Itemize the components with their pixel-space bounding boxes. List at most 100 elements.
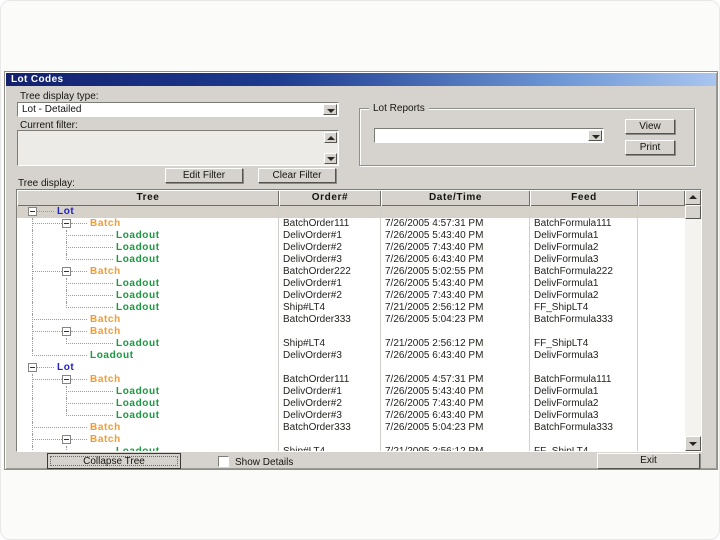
edit-filter-button[interactable]: Edit Filter bbox=[165, 168, 243, 183]
tree-node-label: LoadoutLT2 bbox=[116, 290, 160, 302]
print-button[interactable]: Print bbox=[625, 140, 675, 155]
view-button[interactable]: View bbox=[625, 119, 675, 134]
tree-row[interactable]: LoadoutLT3 DelivOrder#37/26/2005 6:43:40 … bbox=[17, 410, 685, 422]
collapse-node-icon[interactable] bbox=[28, 363, 37, 372]
datetime-cell: 7/26/2005 5:04:23 PM bbox=[381, 422, 530, 434]
tree-row[interactable]: LoadoutLT1 DelivOrder#17/26/2005 5:43:40 … bbox=[17, 230, 685, 242]
tree-table: TreeOrder#Date/TimeFeed LotCC1Batch111Ba… bbox=[16, 189, 702, 452]
order-cell: DelivOrder#3 bbox=[279, 410, 381, 422]
column-header-order[interactable]: Order# bbox=[279, 190, 381, 206]
tree-row[interactable]: LoadoutLT3DelivOrder#37/26/2005 6:43:40 … bbox=[17, 254, 685, 266]
show-details-label: Show Details bbox=[235, 457, 293, 468]
column-header-datetime[interactable]: Date/Time bbox=[381, 190, 530, 206]
tree-row[interactable]: Batch111BatchOrder1117/26/2005 4:57:31 P… bbox=[17, 218, 685, 230]
tree-row[interactable]: LoadoutLT1DelivOrder#17/26/2005 5:43:40 … bbox=[17, 386, 685, 398]
collapse-node-icon[interactable] bbox=[62, 267, 71, 276]
tree-row[interactable]: LotCC2 bbox=[17, 362, 685, 374]
tree-node-label: LoadoutLT1 bbox=[116, 230, 160, 242]
order-cell bbox=[279, 434, 381, 446]
chevron-down-icon[interactable] bbox=[323, 104, 337, 115]
tree-row[interactable]: LoadoutLT1DelivOrder#17/26/2005 5:43:40 … bbox=[17, 278, 685, 290]
datetime-cell bbox=[381, 434, 530, 446]
clear-filter-button[interactable]: Clear Filter bbox=[258, 168, 336, 183]
feed-cell: DelivFormula2 bbox=[530, 398, 638, 410]
scroll-up-icon[interactable] bbox=[685, 190, 701, 205]
order-cell: Ship#LT4 bbox=[279, 338, 381, 350]
collapse-tree-button[interactable]: Collapse Tree bbox=[47, 453, 181, 469]
tree-row[interactable]: LoadoutLT2DelivOrder#27/26/2005 7:43:40 … bbox=[17, 242, 685, 254]
tree-row[interactable]: Batch222BatchOrder2227/26/2005 5:02:55 P… bbox=[17, 266, 685, 278]
order-cell: DelivOrder#3 bbox=[279, 254, 381, 266]
feed-cell: DelivFormula2 bbox=[530, 290, 638, 302]
filler-cell bbox=[638, 410, 685, 422]
order-cell: BatchOrder222 bbox=[279, 266, 381, 278]
datetime-cell: 7/21/2005 2:56:12 PM bbox=[381, 446, 530, 451]
tree-row[interactable]: LoadoutLT4Ship#LT47/21/2005 2:56:12 PMFF… bbox=[17, 302, 685, 314]
feed-cell: DelivFormula3 bbox=[530, 254, 638, 266]
feed-cell bbox=[530, 434, 638, 446]
datetime-cell: 7/26/2005 6:43:40 PM bbox=[381, 410, 530, 422]
chevron-down-icon[interactable] bbox=[588, 130, 602, 141]
window-titlebar[interactable]: Lot Codes bbox=[6, 73, 716, 86]
collapse-node-icon[interactable] bbox=[62, 219, 71, 228]
order-cell: DelivOrder#1 bbox=[279, 230, 381, 242]
tree-row[interactable]: LoadoutLT2DelivOrder#27/26/2005 7:43:40 … bbox=[17, 398, 685, 410]
datetime-cell bbox=[381, 326, 530, 338]
scroll-down-icon[interactable] bbox=[324, 153, 337, 164]
tree-row[interactable]: LoadoutLT4Ship#LT47/21/2005 2:56:12 PMFF… bbox=[17, 446, 685, 451]
lot-reports-select[interactable] bbox=[374, 128, 604, 143]
datetime-cell: 7/26/2005 5:43:40 PM bbox=[381, 230, 530, 242]
tree-row[interactable]: LoadoutLT2DelivOrder#27/26/2005 7:43:40 … bbox=[17, 290, 685, 302]
tree-row[interactable]: Batch333BatchOrder3337/26/2005 5:04:23 P… bbox=[17, 422, 685, 434]
tree-node-label: LoadoutLT4 bbox=[116, 446, 160, 451]
filler-cell bbox=[638, 278, 685, 290]
order-cell bbox=[279, 206, 381, 218]
tree-row[interactable]: Batch444 bbox=[17, 434, 685, 446]
feed-cell: FF_ShipLT4 bbox=[530, 302, 638, 314]
tree-row[interactable]: Batch333BatchOrder3337/26/2005 5:04:23 P… bbox=[17, 314, 685, 326]
datetime-cell: 7/26/2005 5:04:23 PM bbox=[381, 314, 530, 326]
collapse-node-icon[interactable] bbox=[62, 435, 71, 444]
scroll-down-icon[interactable] bbox=[685, 436, 701, 451]
filler-cell bbox=[638, 326, 685, 338]
tree-display-type-select[interactable]: Lot - Detailed bbox=[17, 102, 339, 117]
scrollbar-thumb[interactable] bbox=[685, 205, 701, 219]
tree-node-label: LotCC1 bbox=[57, 206, 85, 218]
datetime-cell bbox=[381, 206, 530, 218]
tree-node-label: Batch222 bbox=[90, 266, 121, 278]
collapse-node-icon[interactable] bbox=[62, 327, 71, 336]
filler-cell bbox=[638, 422, 685, 434]
column-header-feed[interactable]: Feed bbox=[530, 190, 638, 206]
tree-node-label: LoadoutLT3 bbox=[116, 254, 160, 266]
column-header-tree[interactable]: Tree bbox=[17, 190, 279, 206]
show-details-checkbox[interactable] bbox=[218, 456, 229, 467]
filler-cell bbox=[638, 218, 685, 230]
tree-table-scrollbar[interactable] bbox=[685, 190, 701, 451]
datetime-cell: 7/26/2005 5:43:40 PM bbox=[381, 386, 530, 398]
tree-row[interactable]: Batch444 bbox=[17, 326, 685, 338]
tree-node-cell: Batch111 bbox=[17, 218, 279, 230]
tree-table-body: LotCC1Batch111BatchOrder1117/26/2005 4:5… bbox=[17, 206, 685, 451]
tree-node-label: LotCC2 bbox=[57, 362, 85, 374]
exit-button[interactable]: Exit bbox=[597, 453, 700, 469]
screenshot-background: Lot Codes Tree display type: Lot - Detai… bbox=[0, 0, 720, 540]
filler-cell bbox=[638, 434, 685, 446]
tree-row[interactable]: LoadoutLT4Ship#LT47/21/2005 2:56:12 PMFF… bbox=[17, 338, 685, 350]
tree-row[interactable]: Batch111BatchOrder1117/26/2005 4:57:31 P… bbox=[17, 374, 685, 386]
tree-row[interactable]: LotCC1 bbox=[17, 206, 685, 218]
scroll-up-icon[interactable] bbox=[324, 132, 337, 143]
datetime-cell: 7/26/2005 5:43:40 PM bbox=[381, 278, 530, 290]
order-cell: DelivOrder#2 bbox=[279, 290, 381, 302]
collapse-node-icon[interactable] bbox=[62, 375, 71, 384]
tree-node-cell: Batch444 bbox=[17, 434, 279, 446]
current-filter-textbox[interactable] bbox=[17, 130, 339, 166]
tree-node-label: LoadoutLT1 bbox=[116, 278, 160, 290]
tree-row[interactable]: LoadoutLT3DelivOrder#37/26/2005 6:43:40 … bbox=[17, 350, 685, 362]
tree-node-cell: Batch111 bbox=[17, 374, 279, 386]
filler-cell bbox=[638, 290, 685, 302]
order-cell: DelivOrder#3 bbox=[279, 350, 381, 362]
tree-node-label: LoadoutLT3 bbox=[116, 410, 160, 422]
collapse-node-icon[interactable] bbox=[28, 207, 37, 216]
order-cell: BatchOrder111 bbox=[279, 218, 381, 230]
tree-node-cell: LoadoutLT2 bbox=[17, 398, 279, 410]
